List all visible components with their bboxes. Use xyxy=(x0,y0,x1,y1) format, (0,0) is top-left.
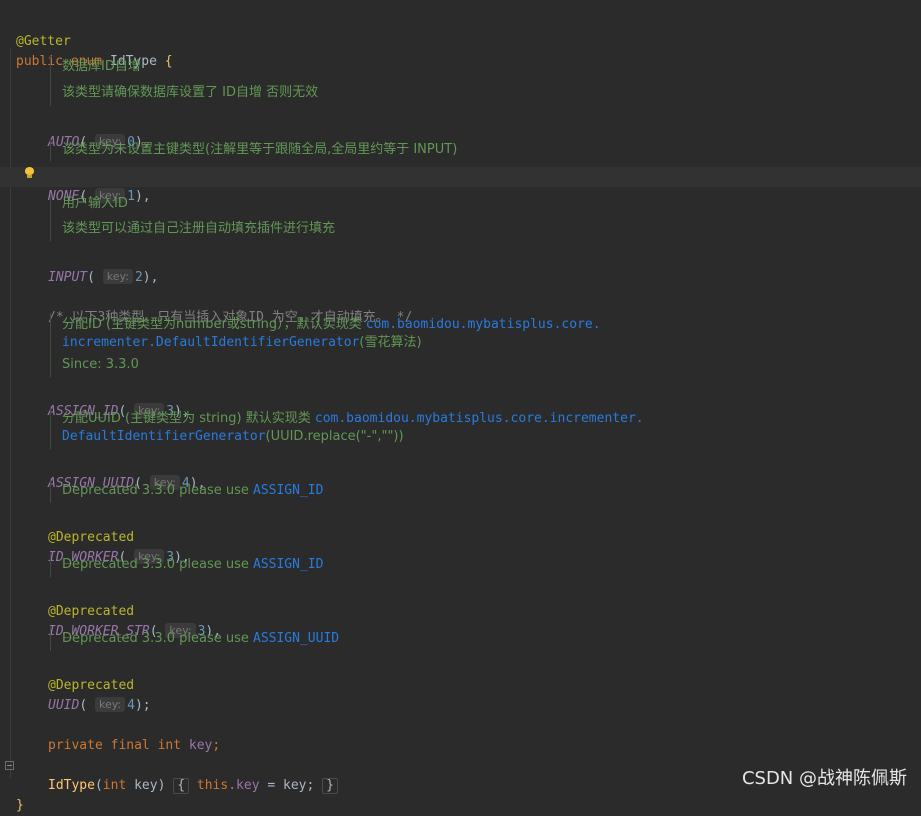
doc-comment-none: 该类型为未设置主键类型(注解里等于跟随全局,全局里约等于 INPUT) xyxy=(50,139,911,161)
doc-line: Deprecated 3.3.0 please use ASSIGN_ID xyxy=(62,557,324,572)
keyword-final: final xyxy=(110,738,150,753)
doc-comment-uuid: Deprecated 3.3.0 please use ASSIGN_UUID xyxy=(50,627,911,651)
code-line: AUTO( key: 0), xyxy=(48,134,151,150)
code-line: @Deprecated xyxy=(0,656,921,693)
doc-line: Deprecated 3.3.0 please use ASSIGN_ID xyxy=(62,483,324,498)
code-line: ASSIGN_ID( key: 3), xyxy=(48,403,190,419)
code-line: @Getter xyxy=(0,12,921,49)
doc-line: DefaultIdentifierGenerator(UUID.replace(… xyxy=(62,429,404,444)
field-key[interactable]: key xyxy=(189,738,212,753)
doc-comment-input: 用户输入ID 该类型可以通过自己注册自动填充插件进行填充 xyxy=(50,193,911,241)
doc-line: 数据库ID自增 xyxy=(62,59,141,74)
doc-comment-auto: 数据库ID自增 该类型请确保数据库设置了 ID自增 否则无效 xyxy=(50,56,911,106)
enum-value: 4 xyxy=(127,698,135,713)
param-hint: key: xyxy=(94,697,126,712)
doc-link[interactable]: DefaultIdentifierGenerator xyxy=(62,429,266,444)
code-line: ID_WORKER( key: 3), xyxy=(48,549,190,565)
doc-since: Since: 3.3.0 xyxy=(62,357,139,372)
code-line: @Deprecated xyxy=(0,582,921,619)
doc-link[interactable]: incrementer.DefaultIdentifierGenerator xyxy=(62,335,359,350)
doc-comment-assign-id: 分配ID (主键类型为number或string），默认实现类 com.baom… xyxy=(50,313,911,377)
code-line: /* 以下3种类型、只有当插入对象ID 为空，才自动填充。 */ xyxy=(0,288,921,325)
code-line: INPUT( key: 2), xyxy=(48,269,159,285)
code-line: public enum IdType { xyxy=(0,32,921,69)
code-line: ASSIGN_UUID( key: 4), xyxy=(48,475,206,491)
code-line: private final int key; xyxy=(48,738,221,753)
doc-line: 该类型可以通过自己注册自动填充插件进行填充 xyxy=(62,221,336,236)
doc-link[interactable]: ASSIGN_UUID xyxy=(253,631,339,646)
doc-line: 该类型请确保数据库设置了 ID自增 否则无效 xyxy=(62,85,319,100)
doc-link[interactable]: com.baomidou.mybatisplus.core.incremente… xyxy=(315,411,644,426)
doc-line: 用户输入ID xyxy=(62,196,128,211)
watermark: CSDN @战神陈佩斯 xyxy=(741,768,907,789)
lightbulb-icon[interactable] xyxy=(24,167,35,179)
doc-comment-id-worker-str: Deprecated 3.3.0 please use ASSIGN_ID xyxy=(50,553,911,577)
enum-constant-input[interactable]: INPUT xyxy=(48,270,87,285)
doc-link[interactable]: com.baomidou.mybatisplus.core. xyxy=(366,317,601,332)
doc-comment-assign-uuid: 分配UUID (主键类型为 string) 默认实现类 com.baomidou… xyxy=(50,407,911,449)
doc-line: 该类型为未设置主键类型(注解里等于跟随全局,全局里约等于 INPUT) xyxy=(62,142,458,157)
param-hint: key: xyxy=(102,269,133,284)
doc-line: 分配UUID (主键类型为 string) 默认实现类 com.baomidou… xyxy=(62,411,644,426)
enum-constant-uuid[interactable]: UUID xyxy=(48,698,79,713)
doc-line: Deprecated 3.3.0 please use ASSIGN_UUID xyxy=(62,631,340,646)
doc-link[interactable]: ASSIGN_ID xyxy=(253,557,323,572)
doc-link[interactable]: ASSIGN_ID xyxy=(253,483,323,498)
doc-line: incrementer.DefaultIdentifierGenerator(雪… xyxy=(62,335,422,350)
code-line: @Deprecated xyxy=(0,508,921,545)
code-line: ID_WORKER_STR( key: 3), xyxy=(48,623,222,639)
code-line-current: NONE( key: 1), xyxy=(0,167,921,204)
enum-value: 2 xyxy=(134,270,143,285)
code-line: UUID( key: 4); xyxy=(48,697,151,713)
closing-brace: } xyxy=(16,798,24,813)
fold-toggle-icon[interactable] xyxy=(5,761,14,770)
keyword-int: int xyxy=(157,738,182,753)
doc-line: 分配ID (主键类型为number或string），默认实现类 com.baom… xyxy=(62,317,601,332)
doc-comment-id-worker: Deprecated 3.3.0 please use ASSIGN_ID xyxy=(50,479,911,503)
keyword-private: private xyxy=(48,738,103,753)
